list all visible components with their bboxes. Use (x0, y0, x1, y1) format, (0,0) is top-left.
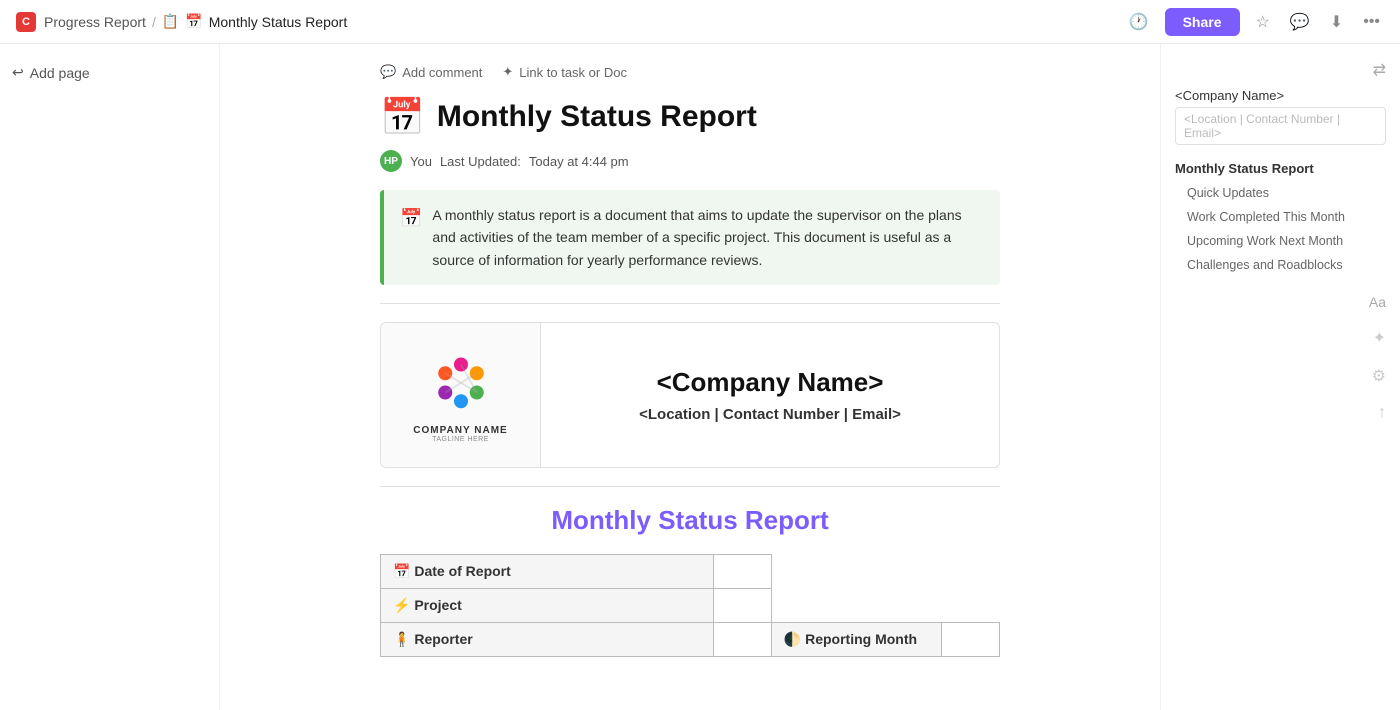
breadcrumb-separator: / (152, 14, 156, 30)
table-row: ⚡ Project (381, 589, 1000, 623)
nav-item-upcoming-work[interactable]: Upcoming Work Next Month (1175, 232, 1386, 250)
nav-item-quick-updates[interactable]: Quick Updates (1175, 184, 1386, 202)
callout-icon: 📅 (400, 204, 422, 233)
callout-block: 📅 A monthly status report is a document … (380, 190, 1000, 285)
right-panel-company-name: <Company Name> (1175, 88, 1386, 103)
company-name-small: COMPANY NAME (413, 425, 507, 436)
link-icon: ✦ (502, 64, 513, 80)
company-tagline-small: TAGLINE HERE (432, 436, 489, 443)
right-panel-location: <Location | Contact Number | Email> (1175, 107, 1386, 145)
add-page-label: Add page (30, 65, 90, 81)
company-name-large: <Company Name> (657, 367, 884, 398)
history-icon-btn[interactable]: 🕐 (1125, 8, 1153, 36)
table-label-date: 📅 Date of Report (381, 555, 714, 589)
more-icon-btn[interactable]: ••• (1359, 9, 1384, 35)
company-card: COMPANY NAME TAGLINE HERE <Company Name>… (380, 322, 1000, 468)
divider-1 (380, 303, 1000, 304)
collapse-panel-button[interactable]: ⇄ (1373, 60, 1386, 80)
report-table: 📅 Date of Report ⚡ Project (380, 554, 1000, 657)
table-value-reporter[interactable] (713, 623, 771, 657)
main-content: 💬 Add comment ✦ Link to task or Doc 📅 Mo… (220, 44, 1160, 710)
doc-header: 📅 Monthly Status Report (380, 96, 1000, 138)
layout: ↩ Add page 💬 Add comment ✦ Link to task … (0, 44, 1400, 710)
divider-2 (380, 486, 1000, 487)
right-panel: ⇄ <Company Name> <Location | Contact Num… (1160, 44, 1400, 710)
last-updated-value: Today at 4:44 pm (529, 154, 629, 169)
nav-item-work-completed[interactable]: Work Completed This Month (1175, 208, 1386, 226)
right-panel-nav: Monthly Status Report Quick Updates Work… (1175, 159, 1386, 274)
comment-icon: 💬 (380, 64, 396, 80)
reporting-month-icon: 🌓 (784, 631, 801, 647)
topbar: C Progress Report / 📋 📅 Monthly Status R… (0, 0, 1400, 44)
table-label-reporting-month: 🌓 Reporting Month (771, 623, 941, 657)
reporter-icon: 🧍 (393, 631, 410, 647)
add-page-icon: ↩ (12, 64, 24, 81)
sidebar: ↩ Add page (0, 44, 220, 710)
table-label-reporter: 🧍 Reporter (381, 623, 714, 657)
callout-text: A monthly status report is a document th… (432, 204, 984, 271)
company-logo-svg (426, 347, 496, 417)
doc-header-icon: 📅 (380, 96, 425, 138)
last-updated-label: Last Updated: (440, 154, 521, 169)
doc-toolbar: 💬 Add comment ✦ Link to task or Doc (380, 64, 1000, 80)
app-logo: C (16, 12, 36, 32)
table-value-date[interactable] (713, 555, 771, 589)
settings-icon-btn[interactable]: ⚙ (1372, 366, 1386, 386)
table-row: 📅 Date of Report (381, 555, 1000, 589)
share-icon-btn[interactable]: ↑ (1378, 404, 1386, 422)
breadcrumb-doc-icon: 📋 (162, 13, 179, 30)
star-icon-btn[interactable]: ☆ (1252, 8, 1274, 36)
font-size-button[interactable]: Aa (1369, 294, 1386, 310)
table-row: 🧍 Reporter 🌓 Reporting Month (381, 623, 1000, 657)
share-button[interactable]: Share (1165, 8, 1240, 36)
add-page-button[interactable]: ↩ Add page (12, 60, 207, 85)
breadcrumb-doc-icon-emoji: 📅 (185, 13, 202, 30)
topbar-right: 🕐 Share ☆ 💬 ⬇ ••• (1125, 8, 1384, 36)
right-panel-collapse: ⇄ (1175, 60, 1386, 80)
chat-icon-btn[interactable]: 💬 (1286, 8, 1314, 36)
date-icon: 📅 (393, 563, 410, 579)
section-title: Monthly Status Report (380, 505, 1000, 536)
project-icon: ⚡ (393, 597, 410, 613)
export-icon-btn[interactable]: ⬇ (1326, 8, 1347, 36)
add-comment-button[interactable]: 💬 Add comment (380, 64, 482, 80)
breadcrumb-app[interactable]: Progress Report (44, 14, 146, 30)
topbar-left: C Progress Report / 📋 📅 Monthly Status R… (16, 12, 347, 32)
company-logo-box: COMPANY NAME TAGLINE HERE (381, 323, 541, 467)
doc-title: Monthly Status Report (437, 100, 757, 134)
breadcrumb: Progress Report / 📋 📅 Monthly Status Rep… (44, 13, 347, 30)
author-name: You (410, 154, 432, 169)
nav-item-challenges[interactable]: Challenges and Roadblocks (1175, 256, 1386, 274)
breadcrumb-doc-title: Monthly Status Report (209, 14, 348, 30)
nav-item-monthly-status[interactable]: Monthly Status Report (1175, 159, 1386, 178)
author-row: HP You Last Updated: Today at 4:44 pm (380, 150, 1000, 172)
customize-icon-btn[interactable]: ✦ (1373, 328, 1386, 348)
avatar: HP (380, 150, 402, 172)
link-button[interactable]: ✦ Link to task or Doc (502, 64, 627, 80)
table-label-project: ⚡ Project (381, 589, 714, 623)
table-value-reporting-month[interactable] (941, 623, 999, 657)
company-details: <Location | Contact Number | Email> (639, 406, 901, 423)
content-wrap: 💬 Add comment ✦ Link to task or Doc 📅 Mo… (340, 44, 1040, 677)
company-info: <Company Name> <Location | Contact Numbe… (541, 323, 999, 467)
table-value-project[interactable] (713, 589, 771, 623)
